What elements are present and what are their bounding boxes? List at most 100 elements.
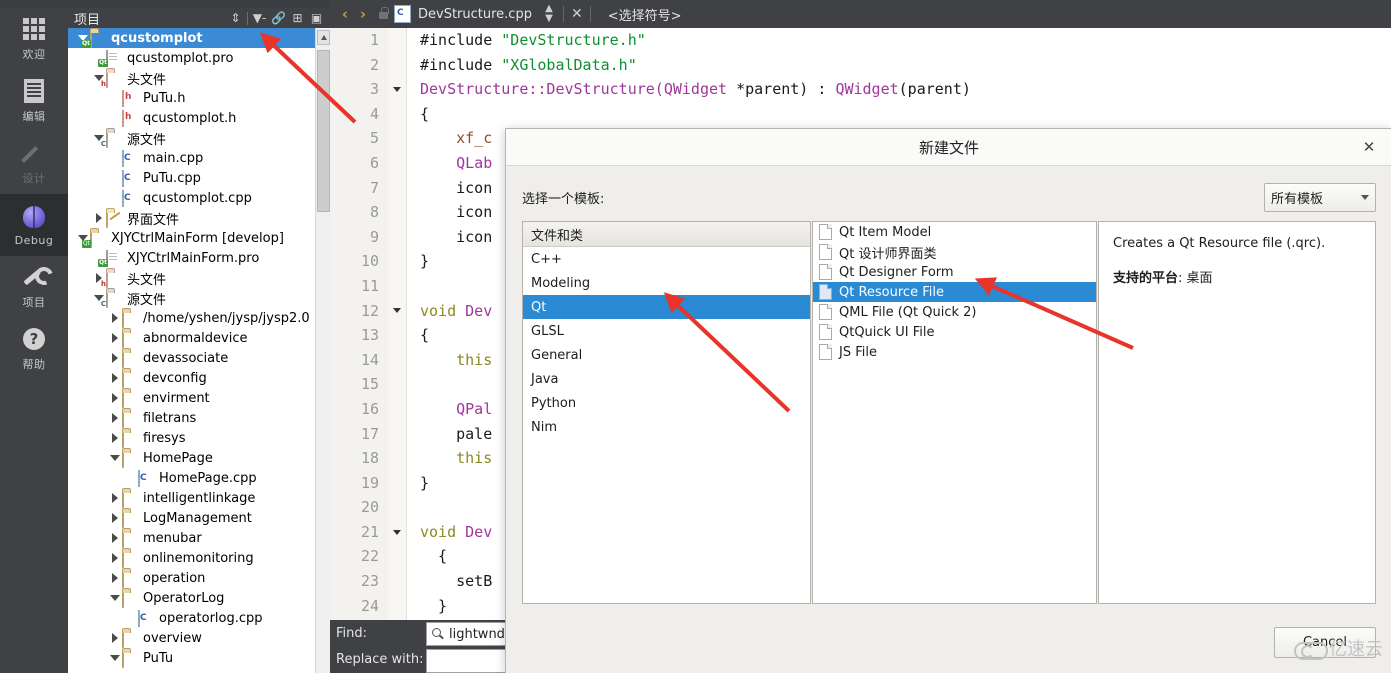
template-list[interactable]: Qt Item Model Qt 设计师界面类 Qt Designer Form Qt…	[812, 221, 1097, 604]
tree-item[interactable]: devassociate	[68, 348, 316, 368]
tree-item[interactable]: filetrans	[68, 408, 316, 428]
tree-expander[interactable]	[108, 595, 122, 601]
fold-marker[interactable]	[388, 77, 406, 102]
category-item[interactable]: Nim	[523, 415, 810, 439]
template-item[interactable]: Qt Designer Form	[813, 262, 1096, 282]
tree-item[interactable]: HomePage	[68, 448, 316, 468]
tree-item[interactable]: envirment	[68, 388, 316, 408]
tree-expander[interactable]	[108, 573, 122, 583]
tree-item[interactable]: main.cpp	[68, 148, 316, 168]
template-item[interactable]: Qt Resource File	[813, 282, 1096, 302]
category-item[interactable]: GLSL	[523, 319, 810, 343]
tree-item[interactable]: menubar	[68, 528, 316, 548]
activity-item-projects[interactable]: 项目	[0, 256, 68, 318]
tree-item[interactable]: PuTu	[68, 648, 316, 668]
activity-item-welcome[interactable]: 欢迎	[0, 8, 68, 70]
tree-expander[interactable]	[108, 493, 122, 503]
link-icon[interactable]: 🔗	[269, 9, 288, 27]
tree-item[interactable]: /home/yshen/jysp/jysp2.0	[68, 308, 316, 328]
category-item[interactable]: Modeling	[523, 271, 810, 295]
tree-expander[interactable]	[108, 553, 122, 563]
tree-expander[interactable]	[108, 373, 122, 383]
tree-item[interactable]: OperatorLog	[68, 588, 316, 608]
close-icon[interactable]: ✕	[571, 6, 583, 22]
tree-expander[interactable]	[108, 533, 122, 543]
category-item[interactable]: Java	[523, 367, 810, 391]
project-tree[interactable]: qcustomplotQtqcustomplot.pro头文件PuTu.hqcu…	[68, 28, 316, 673]
tree-expander[interactable]	[108, 513, 122, 523]
tree-item[interactable]: 源文件	[68, 288, 316, 308]
chevron-right-icon[interactable]: ›	[354, 5, 372, 23]
template-item[interactable]: Qt 设计师界面类	[813, 242, 1096, 262]
category-item[interactable]: Python	[523, 391, 810, 415]
tree-item[interactable]: 头文件	[68, 68, 316, 88]
tree-expander[interactable]	[92, 213, 106, 223]
fold-marker[interactable]	[388, 520, 406, 545]
tree-item[interactable]: HomePage.cpp	[68, 468, 316, 488]
tree-expander[interactable]	[108, 655, 122, 661]
tree-item[interactable]: operatorlog.cpp	[68, 608, 316, 628]
code-line[interactable]: DevStructure::DevStructure(QWidget *pare…	[406, 77, 1391, 102]
sync-arrows-icon[interactable]: ⇕	[226, 9, 245, 27]
fold-marker[interactable]	[388, 299, 406, 324]
tree-item[interactable]: intelligentlinkage	[68, 488, 316, 508]
tree-item[interactable]: qcustomplot.h	[68, 108, 316, 128]
tree-item[interactable]: abnormaldevice	[68, 328, 316, 348]
tree-item[interactable]: firesys	[68, 428, 316, 448]
tree-expander[interactable]	[108, 433, 122, 443]
chevron-left-icon[interactable]: ‹	[336, 5, 354, 23]
template-item[interactable]: JS File	[813, 342, 1096, 362]
split-icon[interactable]: ⊞	[288, 9, 307, 27]
category-item[interactable]: Qt	[523, 295, 810, 319]
tree-expander[interactable]	[108, 313, 122, 323]
template-filter-combo[interactable]: 所有模板	[1264, 182, 1376, 212]
tree-expander[interactable]	[108, 393, 122, 403]
fold-empty	[388, 28, 406, 53]
close-icon[interactable]: ✕	[1360, 138, 1378, 156]
tree-item[interactable]: XJYCtrlMainForm [develop]	[68, 228, 316, 248]
code-line[interactable]: #include "DevStructure.h"	[406, 28, 1391, 53]
tree-expander[interactable]	[108, 333, 122, 343]
template-item[interactable]: Qt Item Model	[813, 222, 1096, 242]
code-line[interactable]: #include "XGlobalData.h"	[406, 53, 1391, 78]
activity-item-debug[interactable]: Debug	[0, 194, 68, 256]
tree-item[interactable]: PuTu.h	[68, 88, 316, 108]
symbol-selector[interactable]: <选择符号>	[608, 5, 682, 24]
updown-arrows-icon[interactable]: ▲ ▼	[542, 4, 556, 24]
unlock-icon[interactable]	[374, 6, 392, 22]
tree-item[interactable]: 源文件	[68, 128, 316, 148]
code-line[interactable]: {	[406, 102, 1391, 127]
tree-expander[interactable]	[108, 633, 122, 643]
tree-item[interactable]: overview	[68, 628, 316, 648]
project-tree-scrollbar[interactable]	[315, 28, 330, 673]
tree-expander[interactable]	[108, 413, 122, 423]
tree-expander[interactable]	[108, 353, 122, 363]
tree-item[interactable]: Qt XJYCtrlMainForm.pro	[68, 248, 316, 268]
scroll-up-button[interactable]	[317, 30, 330, 45]
filter-icon[interactable]: ▼‐	[250, 9, 269, 27]
category-item[interactable]: General	[523, 343, 810, 367]
editor-filename[interactable]: DevStructure.cpp	[418, 7, 532, 22]
tree-item[interactable]: Qt qcustomplot.pro	[68, 48, 316, 68]
tree-item[interactable]: PuTu.cpp	[68, 168, 316, 188]
category-item[interactable]: C++	[523, 247, 810, 271]
hide-sidebar-icon[interactable]: ▣	[307, 9, 326, 27]
fold-column[interactable]	[388, 28, 407, 673]
tree-item[interactable]: onlinemonitoring	[68, 548, 316, 568]
tree-item[interactable]: 界面文件	[68, 208, 316, 228]
tree-expander[interactable]	[108, 455, 122, 461]
tree-item[interactable]: operation	[68, 568, 316, 588]
template-item[interactable]: QtQuick UI File	[813, 322, 1096, 342]
tree-item[interactable]: qcustomplot	[68, 28, 316, 48]
tree-item[interactable]: qcustomplot.cpp	[68, 188, 316, 208]
activity-item-help[interactable]: ? 帮助	[0, 318, 68, 380]
tree-item[interactable]: devconfig	[68, 368, 316, 388]
activity-item-design[interactable]: 设计	[0, 132, 68, 194]
cancel-button[interactable]: Cancel	[1274, 627, 1376, 658]
scrollbar-thumb[interactable]	[317, 50, 330, 212]
template-item[interactable]: QML File (Qt Quick 2)	[813, 302, 1096, 322]
tree-item[interactable]: 头文件	[68, 268, 316, 288]
activity-item-edit[interactable]: 编辑	[0, 70, 68, 132]
category-list[interactable]: 文件和类 C++ Modeling Qt GLSL General Java Python N…	[522, 221, 811, 604]
tree-item[interactable]: LogManagement	[68, 508, 316, 528]
